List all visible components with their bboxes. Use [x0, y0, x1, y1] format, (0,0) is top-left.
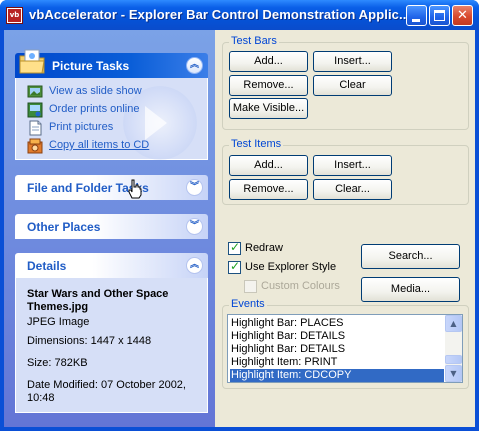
event-item[interactable]: Highlight Bar: PLACES: [230, 317, 444, 330]
test-bars-label: Test Bars: [229, 35, 279, 47]
task-label: Order prints online: [49, 103, 140, 115]
picture-tasks-group: Picture Tasks ︽ View as slide show Order…: [15, 49, 208, 160]
close-icon: ✕: [457, 8, 468, 23]
task-label: Copy all items to CD: [49, 139, 150, 151]
other-places-title: Other Places: [27, 220, 101, 234]
clear-items-button[interactable]: Clear...: [313, 179, 392, 200]
other-places-header[interactable]: Other Places ︾: [15, 214, 208, 239]
slideshow-icon: [27, 85, 43, 98]
scroll-thumb[interactable]: [445, 355, 462, 364]
search-button[interactable]: Search...: [361, 244, 460, 269]
file-dimensions: Dimensions: 1447 x 1448: [27, 335, 152, 347]
minimize-icon: [412, 19, 420, 22]
explorer-bar: Picture Tasks ︽ View as slide show Order…: [4, 30, 215, 427]
picture-tasks-title: Picture Tasks: [52, 59, 130, 73]
file-date-modified: Date Modified: 07 October 2002, 10:48: [27, 379, 186, 404]
task-label: View as slide show: [49, 85, 142, 97]
details-title: Details: [27, 259, 67, 273]
expand-chevron-icon[interactable]: ︾: [186, 218, 203, 235]
add-item-button[interactable]: Add...: [229, 155, 308, 176]
explorer-style-label: Use Explorer Style: [245, 261, 337, 273]
file-name: Star Wars and Other Space Themes.jpg: [27, 288, 169, 313]
maximize-icon: [434, 10, 445, 21]
expand-chevron-icon[interactable]: ︾: [186, 179, 203, 196]
clear-bars-button[interactable]: Clear: [313, 75, 392, 96]
minimize-button[interactable]: [406, 5, 427, 26]
redraw-checkbox[interactable]: ✓: [228, 240, 241, 255]
custom-colours-label: Custom Colours: [261, 280, 340, 292]
make-visible-button[interactable]: Make Visible...: [229, 98, 308, 119]
picture-tasks-body: View as slide show Order prints online P…: [15, 78, 208, 160]
details-header[interactable]: Details ︽: [15, 253, 208, 278]
picture-tasks-header[interactable]: Picture Tasks ︽: [15, 49, 208, 78]
picture-folder-icon: [19, 49, 45, 74]
checkmark-icon: ✓: [230, 259, 241, 273]
insert-item-button[interactable]: Insert...: [313, 155, 392, 176]
scroll-down-icon[interactable]: ▼: [445, 365, 462, 382]
details-group: Details ︽ Star Wars and Other Space Them…: [15, 253, 208, 413]
app-icon-label: vb: [8, 9, 21, 22]
custom-colours-checkbox[interactable]: [244, 280, 257, 293]
events-scrollbar[interactable]: ▲ ▼: [445, 315, 462, 382]
other-places-group: Other Places ︾: [15, 214, 208, 239]
collapse-chevron-icon[interactable]: ︽: [186, 257, 203, 274]
window-title: vbAccelerator - Explorer Bar Control Dem…: [29, 7, 411, 22]
explorer-style-checkbox[interactable]: ✓: [228, 259, 241, 274]
cd-copy-icon: [27, 138, 43, 154]
order-prints-icon: [27, 102, 43, 118]
hand-cursor-icon: [128, 179, 142, 199]
remove-item-button[interactable]: Remove...: [229, 179, 308, 200]
insert-bar-button[interactable]: Insert...: [313, 51, 392, 72]
event-item[interactable]: Highlight Bar: DETAILS: [230, 330, 444, 343]
title-bar[interactable]: vb vbAccelerator - Explorer Bar Control …: [0, 0, 479, 30]
collapse-chevron-icon[interactable]: ︽: [186, 57, 203, 74]
events-label: Events: [229, 298, 267, 310]
close-button[interactable]: ✕: [452, 5, 473, 26]
maximize-button[interactable]: [429, 5, 450, 26]
add-bar-button[interactable]: Add...: [229, 51, 308, 72]
details-body: Star Wars and Other Space Themes.jpg JPE…: [15, 278, 208, 413]
print-icon: [29, 120, 42, 136]
events-listbox[interactable]: Highlight Bar: PLACES Highlight Bar: DET…: [227, 314, 463, 383]
redraw-label: Redraw: [245, 242, 283, 254]
media-button[interactable]: Media...: [361, 277, 460, 302]
remove-bar-button[interactable]: Remove...: [229, 75, 308, 96]
checkmark-icon: ✓: [230, 240, 241, 254]
file-type: JPEG Image: [27, 316, 90, 328]
file-size: Size: 782KB: [27, 357, 88, 369]
event-item[interactable]: Highlight Bar: DETAILS: [230, 343, 444, 356]
event-item[interactable]: Highlight Item: PRINT: [230, 356, 444, 369]
test-items-label: Test Items: [229, 138, 284, 150]
event-item-selected[interactable]: Highlight Item: CDCOPY: [230, 369, 444, 382]
app-icon[interactable]: vb: [6, 7, 23, 24]
file-folder-tasks-group: File and Folder Tasks ︾: [15, 175, 208, 200]
scroll-up-icon[interactable]: ▲: [445, 315, 462, 332]
file-folder-tasks-header[interactable]: File and Folder Tasks ︾: [15, 175, 208, 200]
task-label: Print pictures: [49, 121, 114, 133]
